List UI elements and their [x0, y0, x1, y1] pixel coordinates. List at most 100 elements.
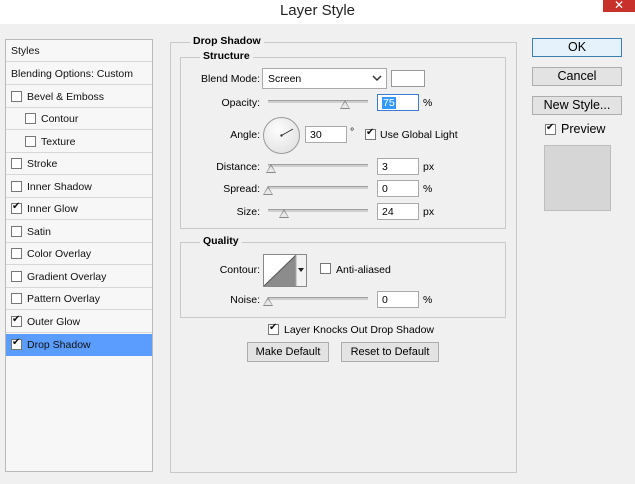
- noise-unit: %: [423, 294, 433, 306]
- noise-slider-thumb[interactable]: [263, 297, 273, 306]
- shadow-color-swatch[interactable]: [391, 70, 425, 87]
- spread-input[interactable]: 0: [377, 180, 419, 197]
- opacity-label: Opacity:: [221, 97, 260, 109]
- spread-slider-thumb[interactable]: [263, 186, 273, 195]
- style-item-label: Bevel & Emboss: [27, 91, 105, 103]
- contour-checkbox[interactable]: [25, 113, 36, 124]
- spread-label: Spread:: [223, 183, 260, 195]
- size-input[interactable]: 24: [377, 203, 419, 220]
- blend-mode-value: Screen: [268, 73, 302, 85]
- style-item-inner-shadow[interactable]: Inner Shadow: [6, 176, 152, 198]
- distance-slider-thumb[interactable]: [266, 164, 276, 173]
- cancel-button[interactable]: Cancel: [532, 67, 622, 86]
- style-item-inner-glow[interactable]: Inner Glow: [6, 198, 152, 220]
- style-item-color-overlay[interactable]: Color Overlay: [6, 243, 152, 265]
- noise-input[interactable]: 0: [377, 291, 419, 308]
- styles-list: Styles Blending Options: Custom Bevel & …: [5, 39, 153, 472]
- use-global-light-checkbox[interactable]: [365, 127, 376, 140]
- blend-mode-label: Blend Mode:: [201, 73, 260, 85]
- pattern-overlay-checkbox[interactable]: [11, 293, 22, 304]
- style-item-label: Gradient Overlay: [27, 271, 107, 283]
- noise-value: 0: [382, 294, 388, 306]
- distance-value: 3: [382, 161, 388, 173]
- styles-header-label: Styles: [11, 45, 40, 57]
- style-item-label: Outer Glow: [27, 316, 81, 328]
- preview-thumbnail: [544, 145, 611, 211]
- bevel-emboss-checkbox[interactable]: [11, 91, 22, 102]
- quality-group: [180, 242, 506, 318]
- angle-input[interactable]: 30: [305, 126, 347, 143]
- ok-button[interactable]: OK: [532, 38, 622, 57]
- blending-options-item[interactable]: Blending Options: Custom: [6, 63, 152, 85]
- close-button[interactable]: ✕: [603, 0, 635, 12]
- spread-slider[interactable]: [268, 186, 368, 189]
- color-overlay-checkbox[interactable]: [11, 248, 22, 259]
- reset-to-default-button[interactable]: Reset to Default: [341, 342, 439, 362]
- distance-slider[interactable]: [268, 164, 368, 167]
- layer-knocks-out-checkbox[interactable]: [268, 322, 279, 335]
- style-item-satin[interactable]: Satin: [6, 221, 152, 243]
- anti-aliased-label: Anti-aliased: [336, 264, 391, 276]
- distance-label: Distance:: [216, 161, 260, 173]
- style-item-gradient-overlay[interactable]: Gradient Overlay: [6, 266, 152, 288]
- contour-picker[interactable]: [263, 254, 307, 287]
- blend-mode-select[interactable]: Screen: [262, 68, 387, 89]
- style-item-drop-shadow[interactable]: Drop Shadow: [6, 334, 152, 356]
- style-item-bevel-emboss[interactable]: Bevel & Emboss: [6, 86, 152, 108]
- texture-checkbox[interactable]: [25, 136, 36, 147]
- drop-shadow-checkbox[interactable]: [11, 337, 22, 350]
- style-item-label: Drop Shadow: [27, 339, 91, 351]
- angle-dial[interactable]: [263, 117, 300, 154]
- size-label: Size:: [236, 206, 260, 218]
- style-item-pattern-overlay[interactable]: Pattern Overlay: [6, 288, 152, 310]
- quality-title: Quality: [200, 235, 242, 247]
- drop-shadow-title: Drop Shadow: [190, 35, 264, 47]
- opacity-slider[interactable]: [268, 100, 368, 103]
- blending-options-label: Blending Options: Custom: [11, 68, 133, 80]
- layer-knocks-out-label: Layer Knocks Out Drop Shadow: [284, 324, 434, 336]
- contour-label: Contour:: [219, 264, 260, 276]
- preview-checkbox[interactable]: [545, 122, 556, 135]
- size-unit: px: [423, 206, 435, 218]
- style-item-label: Stroke: [27, 158, 58, 170]
- style-item-label: Contour: [41, 113, 79, 125]
- style-item-label: Inner Shadow: [27, 181, 92, 193]
- new-style-button[interactable]: New Style...: [532, 96, 622, 115]
- stroke-checkbox[interactable]: [11, 158, 22, 169]
- angle-value: 30: [310, 129, 322, 141]
- spread-value: 0: [382, 183, 388, 195]
- styles-header[interactable]: Styles: [6, 40, 152, 62]
- preview-label: Preview: [561, 122, 606, 136]
- size-slider-thumb[interactable]: [279, 209, 289, 218]
- angle-label: Angle:: [230, 129, 260, 141]
- window-title: Layer Style: [279, 2, 356, 19]
- style-item-label: Color Overlay: [27, 248, 92, 260]
- structure-title: Structure: [200, 50, 253, 62]
- style-item-contour[interactable]: Contour: [6, 108, 152, 130]
- use-global-light-label: Use Global Light: [380, 129, 458, 141]
- style-item-label: Pattern Overlay: [27, 293, 100, 305]
- inner-shadow-checkbox[interactable]: [11, 181, 22, 192]
- anti-aliased-checkbox[interactable]: [320, 263, 331, 274]
- style-item-outer-glow[interactable]: Outer Glow: [6, 311, 152, 333]
- style-item-texture[interactable]: Texture: [6, 131, 152, 153]
- distance-input[interactable]: 3: [377, 158, 419, 175]
- style-item-label: Satin: [27, 226, 51, 238]
- outer-glow-checkbox[interactable]: [11, 314, 22, 327]
- inner-glow-checkbox[interactable]: [11, 201, 22, 214]
- make-default-button[interactable]: Make Default: [247, 342, 329, 362]
- noise-slider[interactable]: [268, 297, 368, 300]
- gradient-overlay-checkbox[interactable]: [11, 271, 22, 282]
- noise-label: Noise:: [230, 294, 260, 306]
- opacity-input[interactable]: 75: [377, 94, 419, 111]
- contour-curve-icon: [263, 254, 306, 287]
- style-item-label: Inner Glow: [27, 203, 78, 215]
- angle-unit: °: [350, 126, 355, 138]
- satin-checkbox[interactable]: [11, 226, 22, 237]
- style-item-label: Texture: [41, 136, 76, 148]
- opacity-value: 75: [382, 97, 396, 109]
- spread-unit: %: [423, 183, 433, 195]
- opacity-slider-thumb[interactable]: [340, 100, 350, 109]
- style-item-stroke[interactable]: Stroke: [6, 153, 152, 175]
- distance-unit: px: [423, 161, 435, 173]
